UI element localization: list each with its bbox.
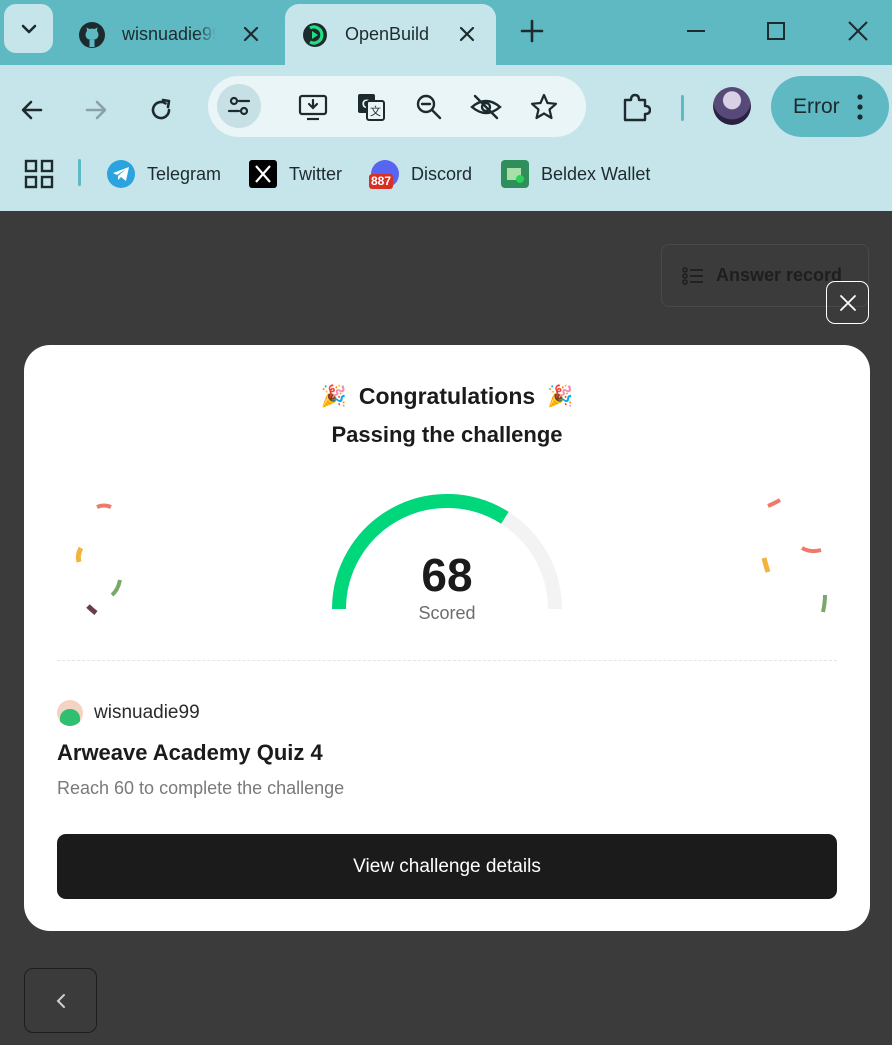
close-icon xyxy=(839,294,856,311)
zoom-out-icon xyxy=(416,94,442,120)
bookmark-discord[interactable]: 887 Discord xyxy=(369,159,473,189)
bookmark-telegram[interactable]: Telegram xyxy=(107,159,221,189)
address-bar[interactable]: G文 xyxy=(208,76,586,137)
result-modal: 🎉 Congratulations 🎉 Passing the challeng… xyxy=(24,345,870,931)
score-label: Scored xyxy=(418,603,476,623)
user-avatar xyxy=(57,700,83,726)
arrow-left-icon xyxy=(21,100,43,120)
close-icon[interactable] xyxy=(240,23,262,45)
profile-avatar[interactable] xyxy=(713,87,751,125)
bookmark-label: Discord xyxy=(411,163,473,184)
quiz-description: Reach 60 to complete the challenge xyxy=(57,778,345,798)
notification-badge: 887 xyxy=(369,174,394,189)
minimize-icon xyxy=(687,30,705,32)
bookmark-label: Telegram xyxy=(147,163,222,184)
dashed-divider xyxy=(57,660,837,661)
tab-title: wisnuadie99 xyxy=(122,24,216,44)
party-popper-icon: 🎉 xyxy=(320,384,347,408)
tab-search-dropdown[interactable] xyxy=(4,4,53,53)
site-info-button[interactable] xyxy=(217,84,261,128)
back-button[interactable] xyxy=(12,90,52,130)
congrats-title: Congratulations xyxy=(358,383,536,409)
tab-github[interactable]: wisnuadie99 xyxy=(62,4,280,65)
more-vert-icon[interactable] xyxy=(857,94,863,120)
install-icon xyxy=(298,94,328,121)
browser-toolbar: G文 Error Telegram Twitter 887 xyxy=(0,65,892,211)
bookmark-beldex-wallet[interactable]: Beldex Wallet xyxy=(501,159,650,189)
close-icon[interactable] xyxy=(456,23,478,45)
modal-close-button[interactable] xyxy=(826,281,869,324)
translate-button[interactable]: G文 xyxy=(355,91,387,123)
beldex-wallet-icon xyxy=(501,160,529,188)
congrats-heading: 🎉 Congratulations 🎉 xyxy=(24,383,870,410)
extensions-button[interactable] xyxy=(618,89,654,125)
bookmarks-divider xyxy=(78,159,81,186)
bookmark-twitter[interactable]: Twitter xyxy=(249,159,342,189)
toolbar-divider xyxy=(681,95,684,121)
profile-error-button[interactable]: Error xyxy=(771,76,889,137)
quiz-title: Arweave Academy Quiz 4 xyxy=(57,740,323,765)
plus-icon xyxy=(520,19,544,43)
install-app-button[interactable] xyxy=(297,91,329,123)
translate-icon: G文 xyxy=(358,94,385,121)
minimize-button[interactable] xyxy=(682,17,710,45)
bookmark-label: Twitter xyxy=(289,163,343,184)
telegram-icon xyxy=(107,160,135,188)
list-check-icon xyxy=(682,266,703,285)
tab-openbuild[interactable]: OpenBuild xyxy=(285,4,496,65)
profile-error-label: Error xyxy=(793,95,840,118)
tracking-protection-button[interactable] xyxy=(470,91,502,123)
bookmark-label: Beldex Wallet xyxy=(541,163,651,184)
new-tab-button[interactable] xyxy=(518,17,546,45)
x-icon xyxy=(249,160,277,188)
reload-button[interactable] xyxy=(141,90,181,130)
tab-strip: wisnuadie99 OpenBuild xyxy=(0,0,892,65)
maximize-icon xyxy=(767,22,785,40)
chevron-down-icon xyxy=(21,24,36,33)
party-popper-icon: 🎉 xyxy=(547,384,574,408)
username: wisnuadie99 xyxy=(94,702,200,723)
back-page-button[interactable] xyxy=(24,968,97,1033)
forward-button[interactable] xyxy=(76,90,116,130)
modal-subtitle: Passing the challenge xyxy=(331,422,563,447)
apps-grid-icon[interactable] xyxy=(24,159,54,189)
maximize-button[interactable] xyxy=(762,17,790,45)
bookmark-star-button[interactable] xyxy=(528,91,560,123)
chevron-left-icon xyxy=(56,993,65,1008)
arrow-right-icon xyxy=(85,100,107,120)
puzzle-icon xyxy=(623,93,651,122)
discord-icon: 887 xyxy=(369,160,399,189)
tune-icon xyxy=(227,96,251,116)
eye-off-icon xyxy=(470,94,502,120)
user-info: wisnuadie99 xyxy=(57,700,200,726)
reload-icon xyxy=(151,98,171,120)
answer-record-label: Answer record xyxy=(716,265,843,285)
openbuild-icon xyxy=(303,22,327,47)
score-value: 68 xyxy=(421,549,473,601)
star-icon xyxy=(530,93,558,120)
svg-text:文: 文 xyxy=(370,104,381,118)
github-icon xyxy=(79,21,105,48)
tab-title: OpenBuild xyxy=(345,24,430,44)
zoom-button[interactable] xyxy=(413,91,445,123)
close-window-button[interactable] xyxy=(844,17,872,45)
view-challenge-details-button[interactable]: View challenge details xyxy=(57,834,837,899)
close-icon xyxy=(848,21,868,41)
